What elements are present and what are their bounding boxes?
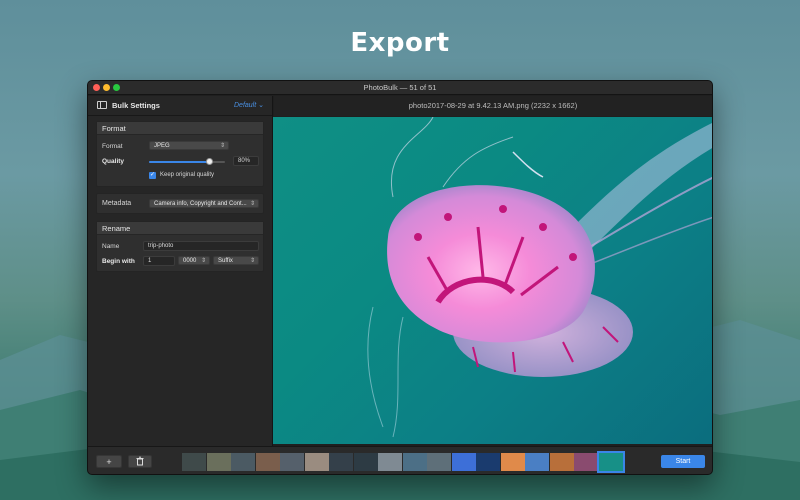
- begin-with-input[interactable]: 1: [143, 256, 175, 266]
- quality-label: Quality: [102, 158, 125, 165]
- digits-select-value: 0000: [183, 258, 197, 264]
- name-input[interactable]: trip-photo: [143, 241, 259, 251]
- format-group: Format Format JPEG ⇕ Quality 80% ✓ Keep …: [96, 121, 264, 187]
- preview-filename: photo2017-08-29 at 9.42.13 AM.png (2232 …: [274, 96, 712, 116]
- hero-title: Export: [350, 28, 450, 58]
- sidebar: Bulk Settings Default ⌄ Format Format JP…: [88, 96, 273, 446]
- sidebar-header: Bulk Settings Default ⌄: [88, 96, 272, 116]
- thumbnail[interactable]: [255, 453, 280, 471]
- keep-quality-label: Keep original quality: [160, 172, 215, 178]
- metadata-label: Metadata: [102, 200, 132, 207]
- quality-slider-knob[interactable]: [206, 158, 214, 165]
- format-group-header: Format: [97, 122, 263, 135]
- thumbnail[interactable]: [231, 453, 255, 471]
- digits-select[interactable]: 0000 ⇕: [178, 256, 210, 265]
- sidebar-title: Bulk Settings: [112, 101, 160, 110]
- format-select[interactable]: JPEG ⇕: [149, 141, 229, 150]
- start-button[interactable]: Start: [661, 455, 705, 468]
- thumbnail[interactable]: [402, 453, 427, 471]
- thumbnail[interactable]: [206, 453, 231, 471]
- select-arrows-icon: ⇕: [249, 258, 255, 264]
- thumbnail[interactable]: [500, 453, 525, 471]
- thumbnail[interactable]: [451, 453, 476, 471]
- metadata-select-value: Camera info, Copyright and Cont...: [154, 201, 247, 207]
- format-select-value: JPEG: [154, 143, 170, 149]
- window-title: PhotoBulk — 51 of 51: [363, 83, 437, 92]
- position-select[interactable]: Suffix ⇕: [213, 256, 259, 265]
- jellyfish-image: [367, 117, 712, 438]
- add-photos-button[interactable]: +: [96, 455, 122, 468]
- thumbnail[interactable]: [427, 453, 451, 471]
- thumbnail[interactable]: [525, 453, 549, 471]
- quality-slider-fill: [149, 161, 210, 163]
- thumbnail[interactable]: [596, 451, 625, 473]
- thumbnail[interactable]: [329, 453, 353, 471]
- delete-button[interactable]: [128, 455, 152, 468]
- sidebar-toggle-icon[interactable]: [97, 101, 107, 109]
- thumbnail[interactable]: [378, 453, 402, 471]
- format-label: Format: [102, 143, 123, 150]
- preset-dropdown[interactable]: Default ⌄: [234, 101, 264, 109]
- quality-slider[interactable]: [149, 158, 225, 165]
- select-arrows-icon: ⇕: [249, 201, 255, 207]
- thumbnail[interactable]: [549, 453, 574, 471]
- thumbnail[interactable]: [476, 453, 500, 471]
- thumbnail[interactable]: [304, 453, 329, 471]
- begin-with-label: Begin with: [102, 258, 135, 265]
- trash-icon: [136, 456, 144, 466]
- thumbnail[interactable]: [353, 453, 378, 471]
- thumbnail[interactable]: [280, 453, 304, 471]
- select-arrows-icon: ⇕: [200, 258, 206, 264]
- keep-quality-checkbox[interactable]: ✓: [149, 172, 156, 179]
- select-arrows-icon: ⇕: [219, 143, 225, 149]
- name-label: Name: [102, 243, 120, 250]
- quality-value-field[interactable]: 80%: [233, 156, 259, 166]
- rename-group-header: Rename: [97, 222, 263, 235]
- position-select-value: Suffix: [218, 258, 233, 264]
- thumbnail[interactable]: [182, 453, 206, 471]
- bottom-toolbar: + Start: [88, 446, 712, 474]
- thumbnail[interactable]: [574, 453, 598, 471]
- title-bar: PhotoBulk — 51 of 51: [88, 81, 712, 95]
- thumbnail-strip: [182, 451, 625, 473]
- rename-group: Rename Name trip-photo Begin with 1 0000…: [96, 221, 264, 272]
- metadata-select[interactable]: Camera info, Copyright and Cont... ⇕: [149, 199, 259, 208]
- app-window: PhotoBulk — 51 of 51 Bulk Settings Defau…: [87, 80, 713, 475]
- metadata-group: Metadata Camera info, Copyright and Cont…: [96, 193, 264, 214]
- image-preview: [273, 117, 712, 444]
